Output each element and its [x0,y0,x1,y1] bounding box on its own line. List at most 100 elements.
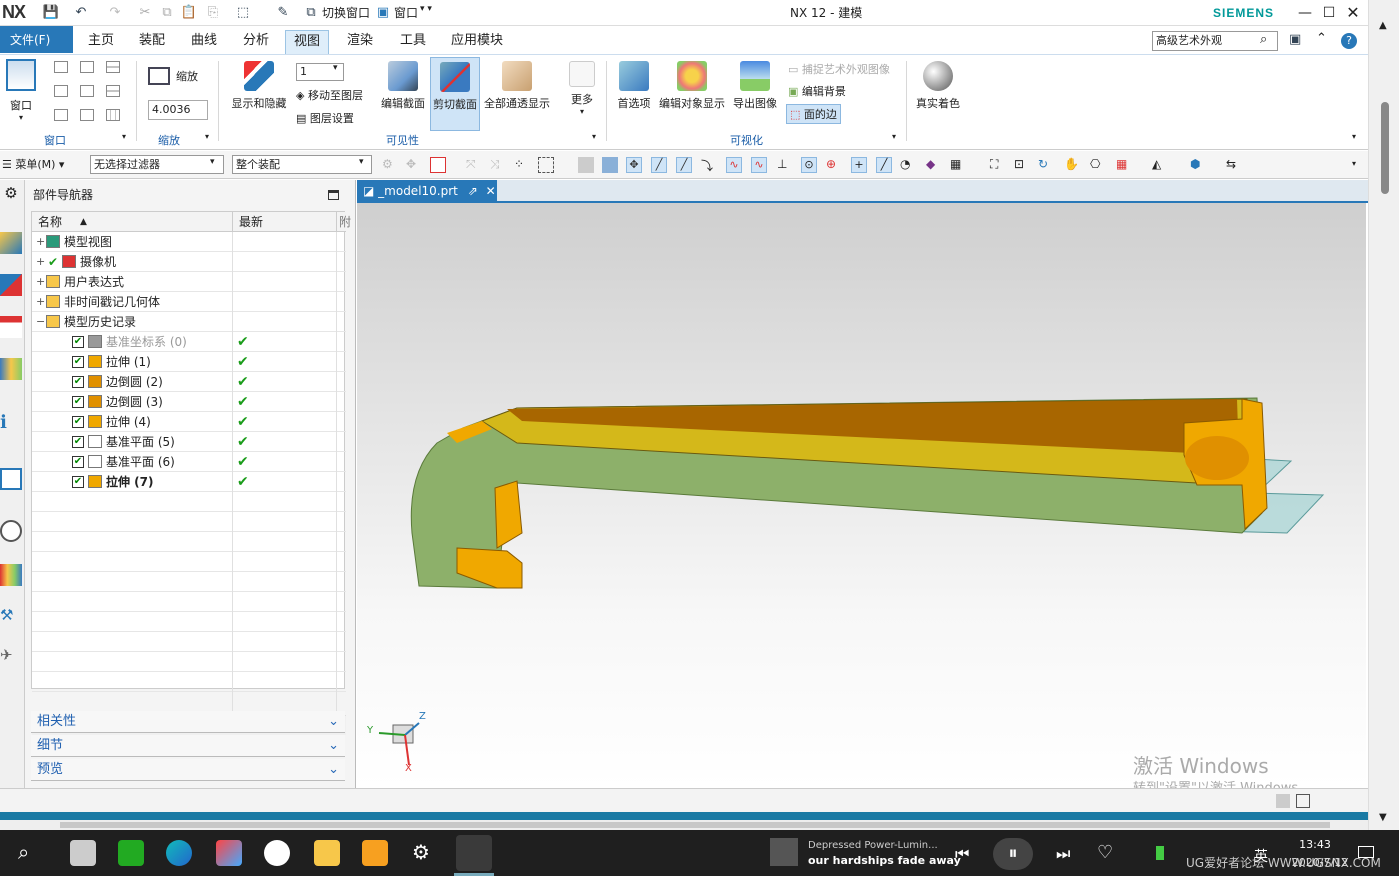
search-icon[interactable]: ⌕ [18,840,29,864]
panel-dependencies[interactable]: 相关性 ⌄ [31,711,345,733]
expand-icon[interactable]: + [36,232,45,252]
layout-right-icon[interactable] [80,85,94,97]
select-feature-icon[interactable]: ✥ [406,157,422,173]
scrollbar-thumb[interactable] [60,822,1330,828]
feature-checkbox[interactable]: ✔ [72,356,84,368]
column-attachments[interactable]: 附 [336,212,351,232]
tree-node[interactable]: + 模型视图 [32,232,346,252]
pan-icon[interactable]: ✋ [1064,157,1080,173]
window-menu-dropdown-icon[interactable]: ▾ ▾ [420,4,432,14]
tab-render[interactable]: 渲染 [339,30,381,54]
feature-checkbox[interactable]: ✔ [72,336,84,348]
column-name[interactable]: 名称 [38,212,62,232]
window-vertical-scrollbar[interactable]: ▲ ▼ [1368,0,1399,830]
pole-snap-icon[interactable]: ◆ [926,157,942,173]
move-to-layer-button[interactable]: ◈ 移动至图层 [296,87,363,103]
feature-checkbox[interactable]: ✔ [72,456,84,468]
nx-app-icon[interactable] [456,835,492,871]
web-browser-icon[interactable] [0,468,22,490]
end-hole[interactable] [1185,436,1249,480]
maximize-button[interactable]: ☐ [1318,2,1340,24]
tree-node[interactable]: + 非时间戳记几何体 [32,292,346,312]
view-triad-icon[interactable]: ⇆ [1226,157,1242,173]
cut-icon[interactable]: ✂ [136,4,154,22]
scroll-up-icon[interactable]: ▲ [1379,20,1387,31]
zoom-icon[interactable] [148,67,170,85]
arc-center-snap-icon[interactable]: ⤵ [701,157,717,173]
next-track-icon[interactable]: ⏭ [1056,844,1070,864]
selection-scope-dropdown-icon[interactable]: ▾ [359,157,364,167]
intersection-snap-icon[interactable]: ∿ [726,157,742,173]
tab-file[interactable]: 文件(F) [0,26,73,53]
tab-home[interactable]: 主页 [80,30,122,54]
column-latest[interactable]: 最新 [232,212,263,232]
collapse-ribbon-icon[interactable]: ⌃ [1316,31,1327,46]
close-button[interactable]: ✕ [1342,2,1364,24]
select-body-icon[interactable]: ⤨ [490,157,506,173]
select-curve-icon[interactable]: ⤧ [466,157,482,173]
repeat-command-icon[interactable]: ⎘ [204,4,222,22]
export-image-button[interactable]: 导出图像 [730,61,780,111]
tab-view[interactable]: 视图 [285,30,330,54]
feature-checkbox[interactable]: ✔ [72,396,84,408]
hd3d-tools-icon[interactable]: ℹ [0,412,22,434]
edit-section-button[interactable]: 编辑截面 [378,61,428,111]
taskbar-app-icon[interactable] [70,840,96,866]
restore-panel-icon[interactable] [328,190,339,200]
bounded-grid-snap-icon[interactable]: ▦ [950,157,966,173]
status-icon[interactable] [1276,794,1290,808]
feature-checkbox[interactable]: ✔ [72,476,84,488]
tab-applications[interactable]: 应用模块 [443,30,511,54]
center-snap-icon[interactable]: ⊙ [801,157,817,173]
group-visibility-expand-icon[interactable]: ▾ [592,132,596,141]
tree-node[interactable]: − 模型历史记录 [32,312,346,332]
history-feature-row[interactable]: ✔ 拉伸 (4) ✔ [32,412,346,432]
scrollbar-thumb[interactable] [1381,102,1389,194]
snap-point-icon[interactable] [430,157,446,173]
shaded-with-edges-icon[interactable] [602,157,618,173]
settings-icon[interactable]: ⚙ [412,840,430,864]
file-explorer-icon[interactable] [314,840,340,866]
perspective-icon[interactable]: ⎔ [1090,157,1106,173]
history-feature-row[interactable]: ✔ 基准平面 (6) ✔ [32,452,346,472]
clip-section-button[interactable]: 剪切截面 [430,57,480,131]
preferences-button[interactable]: 首选项 [614,61,654,111]
window-horizontal-scrollbar[interactable] [0,820,1368,830]
redo-icon[interactable]: ↷ [106,4,124,22]
tree-node[interactable]: + 用户表达式 [32,272,346,292]
history-feature-row[interactable]: ✔ 基准坐标系 (0) ✔ [32,332,346,352]
pin-tab-icon[interactable]: ⇗ [468,184,478,198]
switch-window-icon[interactable]: ⧉ [302,4,320,22]
tab-curve[interactable]: 曲线 [183,30,225,54]
type-filter-select[interactable]: 无选择过滤器 [90,155,224,174]
history-feature-row[interactable]: ✔ 拉伸 (7) ✔ [32,472,346,492]
history-feature-row[interactable]: ✔ 边倒圆 (3) ✔ [32,392,346,412]
minimize-button[interactable]: — [1294,2,1316,24]
group-zoom-expand-icon[interactable]: ▾ [205,132,209,141]
reuse-library-icon[interactable] [0,358,22,380]
close-tab-icon[interactable]: ✕ [486,184,496,198]
selection-scope-select[interactable]: 整个装配 [232,155,372,174]
zoom-window-icon[interactable]: ⊡ [1014,157,1030,173]
ime-indicator[interactable]: 英 [1254,846,1268,866]
collapse-icon[interactable]: − [36,312,45,332]
process-studio-icon[interactable]: ⚒ [0,606,22,628]
render-style-icon[interactable]: ◭ [1152,157,1168,173]
roles-icon[interactable]: ✈ [0,646,22,668]
quadrant-snap-icon[interactable]: ⊥ [777,157,793,173]
tree-node[interactable]: + ✔ 摄像机 [32,252,346,272]
work-layer-dropdown-icon[interactable]: ▾ [333,63,338,73]
fit-view-icon[interactable]: ⛶ [990,157,1006,173]
layout-six-icon[interactable] [106,109,120,121]
layout-two-horizontal-icon[interactable] [106,61,120,73]
feature-checkbox[interactable]: ✔ [72,436,84,448]
search-icon[interactable]: ⌕ [1260,32,1267,47]
assembly-navigator-icon[interactable] [0,232,22,254]
show-hide-button[interactable]: 显示和隐藏 [226,61,292,111]
feature-checkbox[interactable]: ✔ [72,416,84,428]
scroll-down-icon[interactable]: ▼ [1379,812,1387,823]
history-feature-row[interactable]: ✔ 基准平面 (5) ✔ [32,432,346,452]
curve-point-snap-icon[interactable]: ∿ [751,157,767,173]
media-player-icon[interactable] [362,840,388,866]
true-shading-button[interactable]: 真实着色 [912,61,964,111]
